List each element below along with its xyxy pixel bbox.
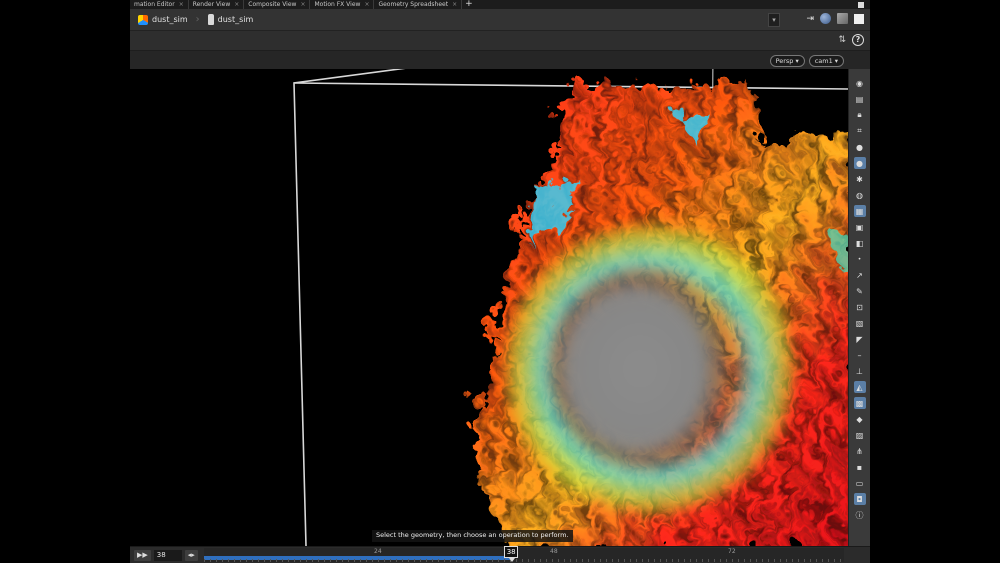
snap-icon[interactable]: ⌗ <box>854 125 866 137</box>
measure-icon[interactable]: ⊡ <box>854 301 866 313</box>
brush-icon[interactable]: ✎ <box>854 285 866 297</box>
chevron-down-icon: ▾ <box>795 57 799 65</box>
houdini-logo-icon <box>138 14 148 25</box>
add-tab-button[interactable]: + <box>462 0 476 9</box>
sort-icon[interactable]: ⇅ <box>838 35 846 45</box>
camera-controls: Persp ▾ cam1 ▾ <box>769 55 844 67</box>
maximize-icon[interactable] <box>858 1 864 8</box>
time-cursor[interactable]: 38 <box>504 546 519 562</box>
tick-label: 48 <box>550 548 558 555</box>
tab-label: Composite View <box>248 1 297 8</box>
pane-stack-icon[interactable] <box>837 13 848 24</box>
tree-icon[interactable]: ⋔ <box>854 445 866 457</box>
shaded-sphere-icon[interactable]: ● <box>853 157 866 169</box>
camera-icon[interactable]: ◧ <box>854 237 866 249</box>
image-icon[interactable]: ▨ <box>854 429 866 441</box>
viewer-info-row <box>130 51 870 69</box>
divider-icon: – <box>857 350 862 360</box>
display-options-shelf: ◉ ▤ 🔒︎ ⌗ ● ● ✱ ◍ ▦ ▣ ◧ • ↗ ✎ ⊡ ▧ ◤ – ⊥ ◭… <box>848 69 870 546</box>
timeline-ticks <box>204 559 844 562</box>
ghost-icon[interactable]: ◭ <box>853 381 866 393</box>
camera-label: cam1 <box>814 57 833 65</box>
camera-menu[interactable]: cam1 ▾ <box>808 55 844 67</box>
bulb-icon[interactable]: ◍ <box>854 189 866 201</box>
handle-icon[interactable]: ◤ <box>854 333 866 345</box>
network-path-bar: dust_sim › dust_sim ▾ ⇥ <box>130 9 870 31</box>
info-icon[interactable]: ⓘ <box>854 509 866 521</box>
close-icon[interactable]: × <box>234 1 239 8</box>
path-network[interactable]: dust_sim <box>130 9 196 31</box>
render-icon[interactable]: ▣ <box>854 221 866 233</box>
wireframe-icon[interactable]: ▦ <box>853 205 866 217</box>
sphere-icon[interactable]: ● <box>854 141 866 153</box>
cube-icon[interactable]: ◆ <box>854 413 866 425</box>
current-frame-field[interactable]: 38 <box>153 550 182 561</box>
capture-icon[interactable]: ▭ <box>854 477 866 489</box>
link-globe-icon[interactable] <box>820 13 831 24</box>
box-icon[interactable]: ▪ <box>854 461 866 473</box>
playbar: ▶▶ 38 ◂▸ 24 48 72 38 <box>130 546 870 563</box>
chevron-down-icon: ▾ <box>834 57 838 65</box>
path-node[interactable]: dust_sim <box>200 9 262 31</box>
pane-menu-icon[interactable] <box>854 13 864 24</box>
tab-geometry-spreadsheet[interactable]: Geometry Spreadsheet × <box>374 0 463 9</box>
paint-icon[interactable]: ▧ <box>854 317 866 329</box>
path-history-dropdown[interactable]: ▾ <box>768 13 780 27</box>
geometry-node-icon <box>207 14 214 25</box>
close-icon[interactable]: × <box>452 1 457 8</box>
view-mode-label: Persp <box>775 57 794 65</box>
close-icon[interactable]: × <box>179 1 184 8</box>
close-icon[interactable]: × <box>364 1 369 8</box>
viewer-toolbar: ⇅ ? <box>130 31 870 51</box>
tick-label: 72 <box>728 548 736 555</box>
point-icon[interactable]: • <box>854 253 866 265</box>
axis-icon[interactable]: ⊥ <box>854 365 866 377</box>
path-network-label: dust_sim <box>152 15 188 24</box>
step-back-button[interactable]: ◂▸ <box>184 550 198 561</box>
help-icon[interactable]: ? <box>852 34 864 46</box>
view-mode-menu[interactable]: Persp ▾ <box>769 55 805 67</box>
timeline-track[interactable]: 24 48 72 38 <box>204 546 844 562</box>
play-forward-button[interactable]: ▶▶ <box>134 550 151 561</box>
operation-prompt: Select the geometry, then choose an oper… <box>372 530 573 542</box>
light-icon[interactable]: ✱ <box>854 173 866 185</box>
viewport-canvas <box>293 69 848 546</box>
pane-window-controls <box>858 0 864 9</box>
close-icon[interactable]: × <box>300 1 305 8</box>
tab-label: mation Editor <box>134 1 175 8</box>
lock-icon[interactable]: 🔒︎ <box>854 109 866 121</box>
pin-icon[interactable]: ⇥ <box>806 14 814 24</box>
vector-icon[interactable]: ↗ <box>854 269 866 281</box>
tab-label: Geometry Spreadsheet <box>378 1 449 8</box>
tab-label: Render View <box>192 1 231 8</box>
tab-motion-fx-view[interactable]: Motion FX View × <box>310 0 375 9</box>
eye-icon[interactable]: ◉ <box>854 77 866 89</box>
path-node-label: dust_sim <box>217 15 254 24</box>
grid-icon[interactable]: ▩ <box>853 397 866 409</box>
tab-label: Motion FX View <box>314 1 361 8</box>
tick-label: 24 <box>374 548 382 555</box>
houdini-window: mation Editor × Render View × Composite … <box>130 0 870 563</box>
sticky-icon[interactable]: ◘ <box>853 493 866 505</box>
scene-viewport[interactable]: Select the geometry, then choose an oper… <box>130 69 848 546</box>
layers-icon[interactable]: ▤ <box>854 93 866 105</box>
